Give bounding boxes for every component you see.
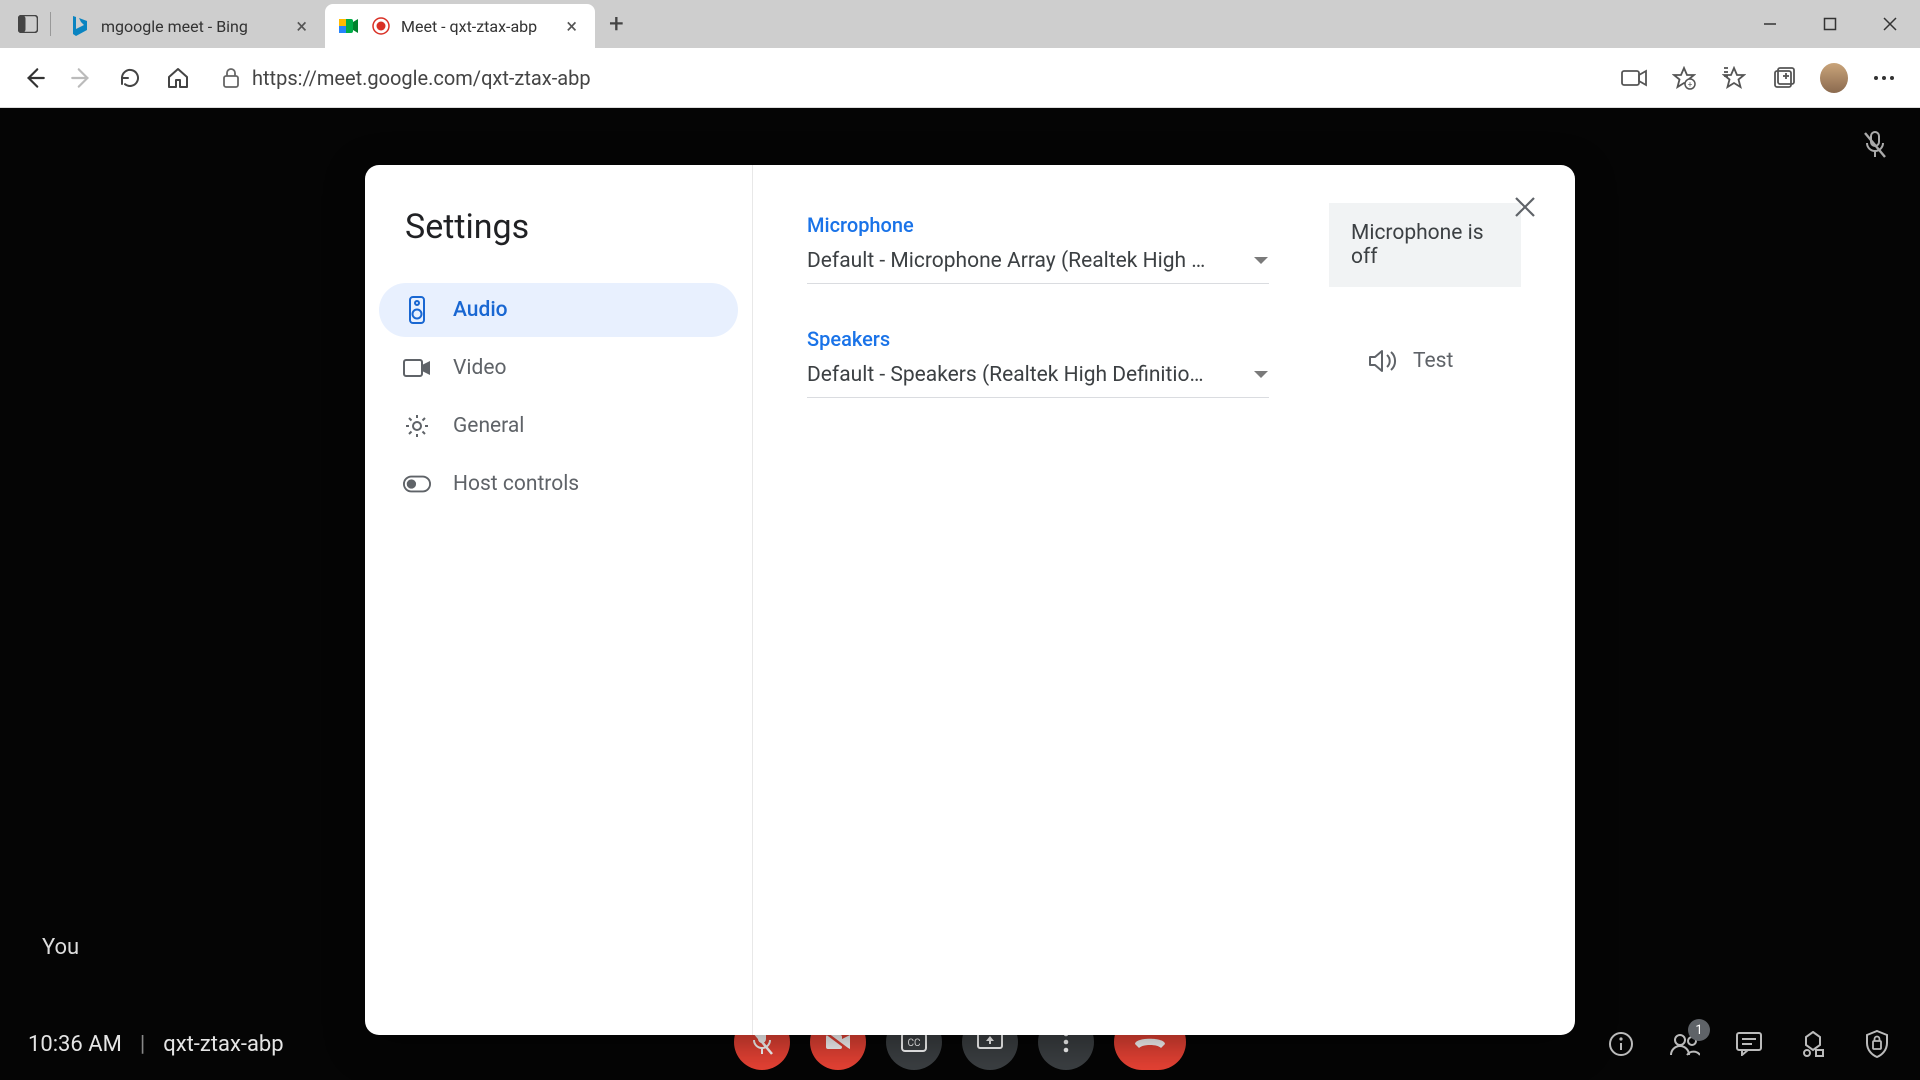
bing-favicon-icon [69, 16, 89, 36]
video-icon [403, 358, 431, 378]
participant-label-you: You [42, 935, 79, 960]
settings-main: Microphone Default - Microphone Array (R… [753, 165, 1575, 1035]
settings-dialog: Settings Audio Video General Host contro… [365, 165, 1575, 1035]
tab-meet[interactable]: Meet - qxt-ztax-abp × [325, 4, 595, 48]
collections-icon[interactable] [1770, 64, 1798, 92]
address-bar: https://meet.google.com/qxt-ztax-abp + [0, 48, 1920, 108]
tab-strip: mgoogle meet - Bing × Meet - qxt-ztax-ab… [0, 0, 1920, 48]
record-indicator-icon [371, 16, 391, 36]
new-tab-button[interactable]: + [595, 9, 638, 39]
profile-avatar[interactable] [1820, 64, 1848, 92]
settings-nav-audio[interactable]: Audio [379, 283, 738, 337]
svg-text:+: + [1688, 80, 1693, 89]
svg-text:CC: CC [907, 1038, 921, 1049]
microphone-status: Microphone is off [1329, 203, 1521, 287]
people-panel-icon[interactable]: 1 [1670, 1029, 1700, 1059]
close-dialog-button[interactable] [1513, 195, 1537, 219]
volume-icon [1369, 349, 1397, 373]
chevron-down-icon [1253, 256, 1269, 266]
settings-sidebar: Settings Audio Video General Host contro… [365, 165, 753, 1035]
meeting-details-icon[interactable] [1606, 1029, 1636, 1059]
settings-nav-label: Video [453, 356, 506, 380]
window-controls [1740, 2, 1920, 46]
test-speakers-button[interactable]: Test [1369, 349, 1453, 373]
addr-right-icons: + [1620, 64, 1898, 92]
tab-title: mgoogle meet - Bing [101, 17, 292, 36]
tab-title: Meet - qxt-ztax-abp [401, 17, 562, 36]
meeting-id-label: qxt-ztax-abp [163, 1032, 283, 1057]
separator [50, 12, 51, 36]
meet-favicon-icon [339, 16, 359, 36]
settings-nav-label: Audio [453, 298, 508, 322]
microphone-label: Microphone [807, 213, 1269, 237]
maximize-button[interactable] [1800, 2, 1860, 46]
speakers-dropdown[interactable]: Default - Speakers (Realtek High Definit… [807, 357, 1269, 398]
gear-icon [403, 413, 431, 439]
settings-nav-video[interactable]: Video [379, 341, 738, 395]
settings-title: Settings [405, 207, 738, 247]
people-count-badge: 1 [1688, 1019, 1710, 1041]
chat-panel-icon[interactable] [1734, 1029, 1764, 1059]
speakers-selected: Default - Speakers (Realtek High Definit… [807, 363, 1253, 387]
time-meeting-id: 10:36 AM | qxt-ztax-abp [28, 1032, 284, 1057]
refresh-button[interactable] [106, 54, 154, 102]
minimize-button[interactable] [1740, 2, 1800, 46]
settings-nav-label: Host controls [453, 472, 579, 496]
favorites-list-icon[interactable] [1720, 64, 1748, 92]
chevron-down-icon [1253, 370, 1269, 380]
back-button[interactable] [10, 54, 58, 102]
separator: | [140, 1032, 145, 1057]
speakers-label: Speakers [807, 327, 1269, 351]
settings-nav-label: General [453, 414, 524, 438]
microphone-selected: Default - Microphone Array (Realtek High… [807, 249, 1253, 273]
speaker-icon [403, 296, 431, 324]
tab-close-icon[interactable]: × [562, 14, 581, 38]
activities-icon[interactable] [1798, 1029, 1828, 1059]
lock-icon[interactable] [222, 68, 240, 88]
microphone-dropdown[interactable]: Default - Microphone Array (Realtek High… [807, 243, 1269, 284]
forward-button[interactable] [58, 54, 106, 102]
clock-time: 10:36 AM [28, 1032, 122, 1057]
more-menu-icon[interactable] [1870, 64, 1898, 92]
tab-actions-icon[interactable] [10, 6, 46, 42]
settings-nav-general[interactable]: General [379, 399, 738, 453]
url-field[interactable]: https://meet.google.com/qxt-ztax-abp [252, 66, 1620, 90]
right-panel-controls: 1 [1606, 1029, 1892, 1059]
meet-area: You 10:36 AM | qxt-ztax-abp CC 1 [0, 108, 1920, 1080]
toggle-icon [403, 475, 431, 493]
speakers-row: Speakers Default - Speakers (Realtek Hig… [807, 327, 1521, 398]
test-label: Test [1413, 349, 1453, 373]
tab-close-icon[interactable]: × [292, 14, 311, 38]
tab-bing[interactable]: mgoogle meet - Bing × [55, 4, 325, 48]
mic-muted-indicator-icon [1862, 130, 1888, 160]
browser-chrome: mgoogle meet - Bing × Meet - qxt-ztax-ab… [0, 0, 1920, 108]
close-window-button[interactable] [1860, 2, 1920, 46]
camera-permission-icon[interactable] [1620, 64, 1648, 92]
microphone-row: Microphone Default - Microphone Array (R… [807, 213, 1521, 287]
settings-nav-host-controls[interactable]: Host controls [379, 457, 738, 511]
favorite-star-icon[interactable]: + [1670, 64, 1698, 92]
host-controls-icon[interactable] [1862, 1029, 1892, 1059]
home-button[interactable] [154, 54, 202, 102]
